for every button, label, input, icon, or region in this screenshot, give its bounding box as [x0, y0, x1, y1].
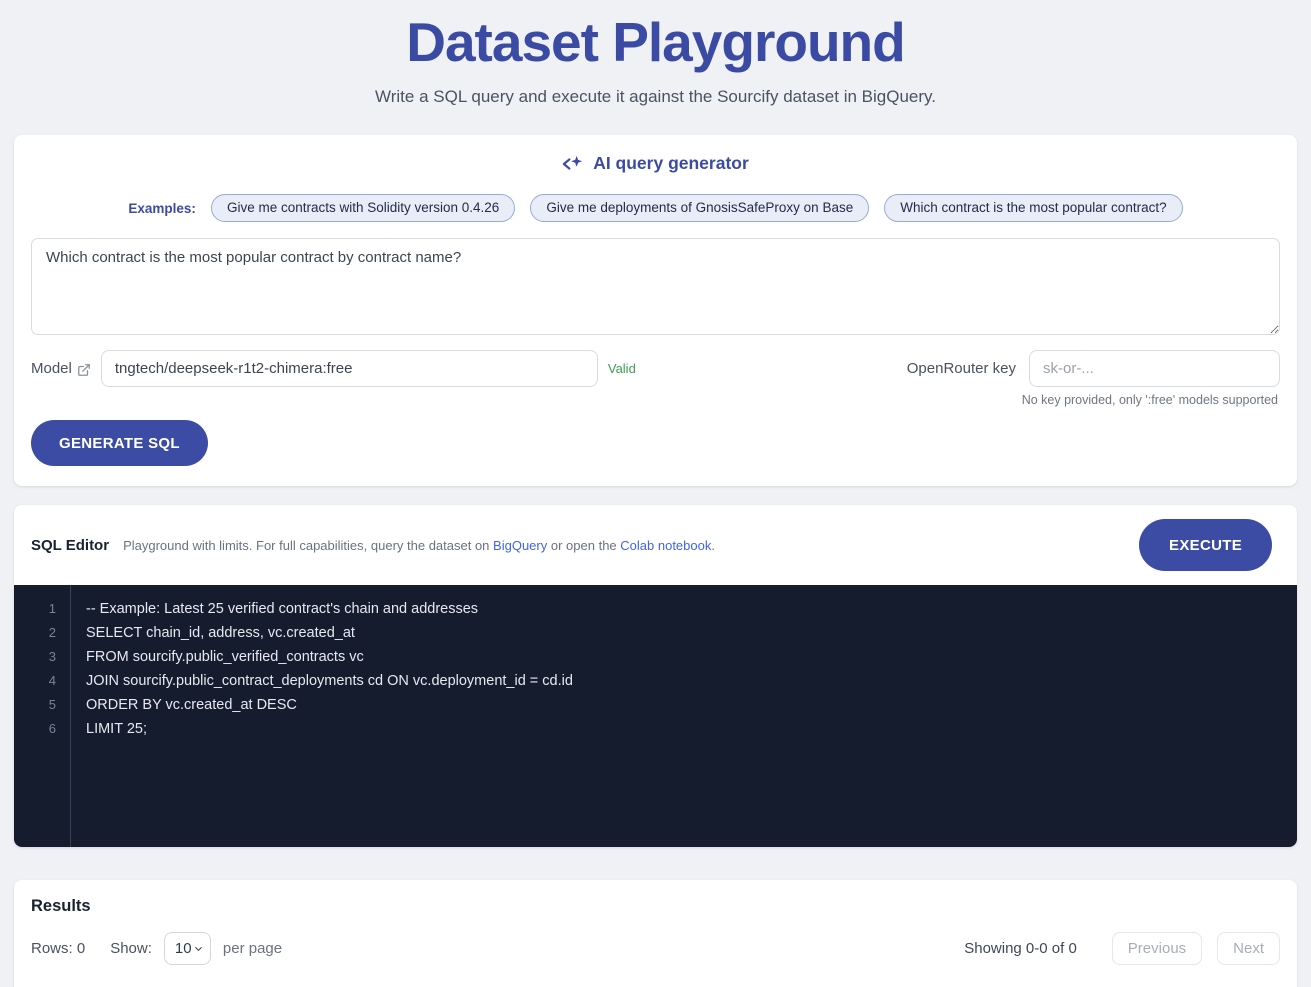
ai-query-generator-card: AI query generator Examples: Give me con… [14, 135, 1297, 486]
page-title: Dataset Playground [0, 10, 1311, 74]
code-sparkle-icon [562, 154, 584, 174]
line-number: 2 [14, 621, 56, 645]
line-number: 5 [14, 693, 56, 717]
sql-code-editor[interactable]: 1 2 3 4 5 6 -- Example: Latest 25 verifi… [14, 585, 1297, 847]
page-size-select-wrap: 10 [164, 932, 211, 965]
code-line[interactable]: FROM sourcify.public_verified_contracts … [86, 645, 1297, 669]
key-hint: No key provided, only ':free' models sup… [31, 393, 1280, 407]
code-area[interactable]: -- Example: Latest 25 verified contract'… [71, 585, 1297, 847]
code-line[interactable]: JOIN sourcify.public_contract_deployment… [86, 669, 1297, 693]
example-chip-popular-contract[interactable]: Which contract is the most popular contr… [884, 194, 1182, 222]
code-line[interactable]: -- Example: Latest 25 verified contract'… [86, 597, 1297, 621]
model-valid-status: Valid [608, 361, 636, 376]
editor-description-suffix: . [711, 538, 715, 553]
external-link-icon[interactable] [77, 363, 91, 377]
colab-notebook-link[interactable]: Colab notebook [620, 538, 711, 553]
previous-page-button[interactable]: Previous [1112, 932, 1202, 965]
results-card: Results Rows: 0 Show: 10 per page Showin… [14, 880, 1297, 987]
model-input[interactable] [101, 350, 598, 387]
line-number-gutter: 1 2 3 4 5 6 [14, 585, 71, 847]
examples-row: Examples: Give me contracts with Solidit… [31, 194, 1280, 222]
code-line[interactable]: LIMIT 25; [86, 717, 1297, 741]
hero: Dataset Playground Write a SQL query and… [0, 0, 1311, 107]
editor-description-middle: or open the [551, 538, 617, 553]
per-page-label: per page [223, 940, 282, 957]
line-number: 3 [14, 645, 56, 669]
generate-sql-button[interactable]: GENERATE SQL [31, 420, 208, 466]
example-chip-gnosissafeproxy[interactable]: Give me deployments of GnosisSafeProxy o… [530, 194, 869, 222]
generator-heading: AI query generator [593, 153, 749, 174]
model-label: Model [31, 360, 72, 377]
sql-editor-card: SQL Editor Playground with limits. For f… [14, 505, 1297, 847]
rows-count: Rows: 0 [31, 940, 85, 957]
page-subtitle: Write a SQL query and execute it against… [0, 87, 1311, 107]
generator-heading-row: AI query generator [31, 153, 1280, 174]
prompt-textarea[interactable]: Which contract is the most popular contr… [31, 238, 1280, 335]
show-label: Show: [110, 940, 152, 957]
showing-range: Showing 0-0 of 0 [964, 940, 1077, 957]
execute-button[interactable]: EXECUTE [1139, 519, 1272, 571]
code-line[interactable]: SELECT chain_id, address, vc.created_at [86, 621, 1297, 645]
openrouter-key-input[interactable] [1029, 350, 1280, 387]
editor-header: SQL Editor Playground with limits. For f… [14, 505, 1297, 585]
line-number: 6 [14, 717, 56, 741]
results-heading: Results [31, 897, 1280, 916]
openrouter-key-label: OpenRouter key [907, 360, 1016, 377]
model-row: Model Valid OpenRouter key [31, 350, 1280, 387]
examples-label: Examples: [128, 201, 196, 216]
line-number: 1 [14, 597, 56, 621]
code-line[interactable]: ORDER BY vc.created_at DESC [86, 693, 1297, 717]
results-controls-row: Rows: 0 Show: 10 per page Showing 0-0 of… [31, 932, 1280, 965]
openrouter-key-group: OpenRouter key [907, 350, 1280, 387]
bigquery-link[interactable]: BigQuery [493, 538, 547, 553]
page-size-select[interactable]: 10 [164, 932, 211, 965]
example-chip-solidity-version[interactable]: Give me contracts with Solidity version … [211, 194, 515, 222]
editor-description: Playground with limits. For full capabil… [123, 538, 715, 553]
line-number: 4 [14, 669, 56, 693]
editor-description-prefix: Playground with limits. For full capabil… [123, 538, 489, 553]
editor-title: SQL Editor [31, 537, 109, 554]
next-page-button[interactable]: Next [1217, 932, 1280, 965]
